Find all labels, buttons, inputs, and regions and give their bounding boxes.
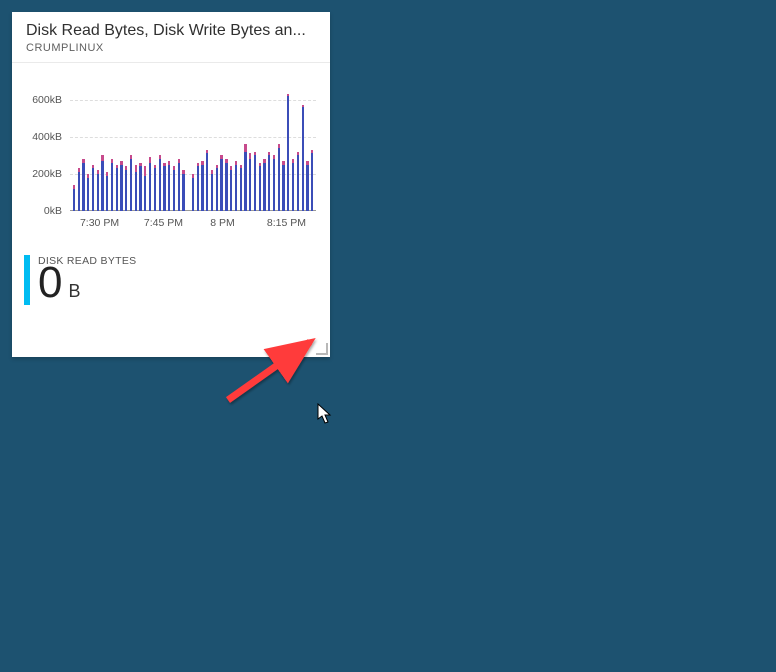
metric-value: 0 <box>38 261 62 305</box>
metric-accent-bar <box>24 255 30 305</box>
x-axis: 7:30 PM 7:45 PM 8 PM 8:15 PM <box>70 217 316 237</box>
gridline <box>70 100 316 101</box>
bar-read <box>216 168 218 211</box>
bar-read <box>220 159 222 211</box>
bar-read <box>111 163 113 211</box>
bar-read <box>106 176 108 211</box>
bar-read <box>254 155 256 211</box>
bar-read <box>173 170 175 211</box>
bar-read <box>302 107 304 211</box>
bar-read <box>292 163 294 211</box>
bar-read <box>125 170 127 211</box>
mouse-cursor-icon <box>317 403 335 425</box>
bar-read <box>101 161 103 211</box>
bar-read <box>120 165 122 211</box>
resize-handle-icon[interactable] <box>314 341 328 355</box>
x-tick-label: 7:30 PM <box>80 217 119 229</box>
bar-read <box>211 174 213 211</box>
y-axis: 0kB200kB400kB600kB <box>22 81 66 211</box>
bar-read <box>92 168 94 211</box>
bar-read <box>311 153 313 211</box>
bar-read <box>139 166 141 211</box>
x-tick-label: 8:15 PM <box>267 217 306 229</box>
bar-read <box>154 168 156 211</box>
x-tick-label: 7:45 PM <box>144 217 183 229</box>
bar-read <box>249 159 251 211</box>
bar-read <box>182 174 184 211</box>
bar-read <box>287 96 289 211</box>
bar-read <box>259 166 261 211</box>
bar-read <box>97 174 99 211</box>
bar-read <box>168 165 170 211</box>
bar-read <box>144 176 146 211</box>
bar-read <box>225 163 227 211</box>
y-tick-label: 200kB <box>32 168 62 180</box>
tile-subtitle: CRUMPLINUX <box>26 42 316 54</box>
bar-read <box>306 165 308 211</box>
bar-read <box>178 163 180 211</box>
y-tick-label: 600kB <box>32 94 62 106</box>
y-tick-label: 400kB <box>32 131 62 143</box>
chart: 0kB 200kB 400kB 600kB 7:30 PM 7:45 PM 8 PM 8:1… <box>22 81 320 241</box>
bar-read <box>201 165 203 211</box>
bar-read <box>197 166 199 211</box>
bar-read <box>130 159 132 211</box>
gridline <box>70 137 316 138</box>
bar-read <box>278 148 280 211</box>
bar-read <box>159 159 161 211</box>
bar-read <box>116 168 118 211</box>
bar-read <box>263 163 265 211</box>
bar-read <box>282 165 284 211</box>
tile-header: Disk Read Bytes, Disk Write Bytes an... … <box>12 12 330 63</box>
bar-read <box>206 153 208 211</box>
bar-read <box>230 170 232 211</box>
y-tick-label: 0kB <box>44 205 62 217</box>
bar-read <box>244 152 246 211</box>
chart-plot <box>70 81 316 211</box>
metric-summary: DISK READ BYTES 0 B <box>24 255 316 305</box>
metric-unit: B <box>68 281 80 302</box>
metric-value-row: 0 B <box>38 261 136 305</box>
bar-read <box>73 189 75 211</box>
bar-read <box>268 155 270 211</box>
bar-read <box>235 165 237 211</box>
bar-read <box>273 159 275 211</box>
bar-read <box>297 155 299 211</box>
tile-title: Disk Read Bytes, Disk Write Bytes an... <box>26 22 316 40</box>
metric-text: DISK READ BYTES 0 B <box>38 255 136 305</box>
bar-read <box>240 168 242 211</box>
bar-read <box>149 163 151 211</box>
bar-read <box>192 178 194 211</box>
bar-read <box>163 166 165 211</box>
bar-read <box>78 172 80 211</box>
bar-read <box>87 178 89 211</box>
x-tick-label: 8 PM <box>210 217 235 229</box>
bar-read <box>135 172 137 211</box>
bar-read <box>82 163 84 211</box>
metrics-tile[interactable]: Disk Read Bytes, Disk Write Bytes an... … <box>12 12 330 357</box>
